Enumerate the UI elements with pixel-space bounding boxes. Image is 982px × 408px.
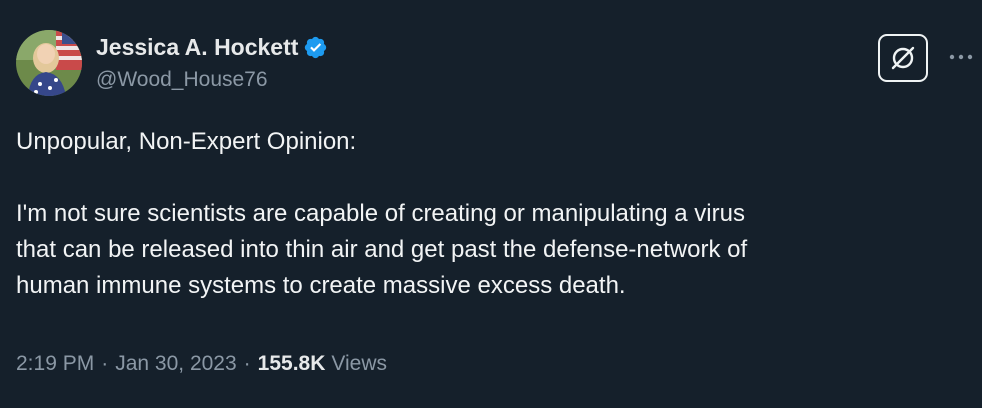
tweet-text-line: Unpopular, Non-Expert Opinion:: [16, 128, 357, 155]
author-handle[interactable]: @Wood_House76: [96, 68, 328, 92]
author-display-name[interactable]: Jessica A. Hockett: [96, 34, 298, 61]
tweet-text-line: that can be released into thin air and g…: [16, 236, 748, 263]
grok-button[interactable]: [878, 34, 928, 82]
views-label: Views: [331, 352, 388, 375]
tweet-time[interactable]: 2:19 PM: [16, 352, 94, 376]
tweet-date[interactable]: Jan 30, 2023: [115, 352, 236, 376]
tweet-text-line: human immune systems to create massive e…: [16, 272, 626, 299]
verified-badge-icon: [303, 35, 328, 60]
more-dots-icon: [949, 54, 973, 60]
more-options-button[interactable]: [946, 42, 976, 72]
tweet-text-blank-line: [16, 160, 966, 196]
tweet-text-line: I'm not sure scientists are capable of c…: [16, 200, 745, 227]
meta-separator: ·: [101, 352, 109, 375]
author-info: Jessica A. Hockett @Wood_House76: [96, 30, 328, 96]
views-count: 155.8K: [257, 352, 326, 375]
meta-separator: ·: [243, 352, 251, 375]
author-name-row: Jessica A. Hockett: [96, 30, 328, 64]
tweet-card: Jessica A. Hockett @Wood_House76 Unpopul…: [0, 0, 982, 408]
tweet-text: Unpopular, Non-Expert Opinion: I'm not s…: [16, 124, 966, 304]
avatar-photo-icon: [16, 30, 82, 96]
tweet-metadata: 2:19 PM · Jan 30, 2023 · 155.8K Views: [16, 352, 387, 376]
grok-icon: [891, 46, 915, 70]
author-avatar[interactable]: [16, 30, 82, 96]
